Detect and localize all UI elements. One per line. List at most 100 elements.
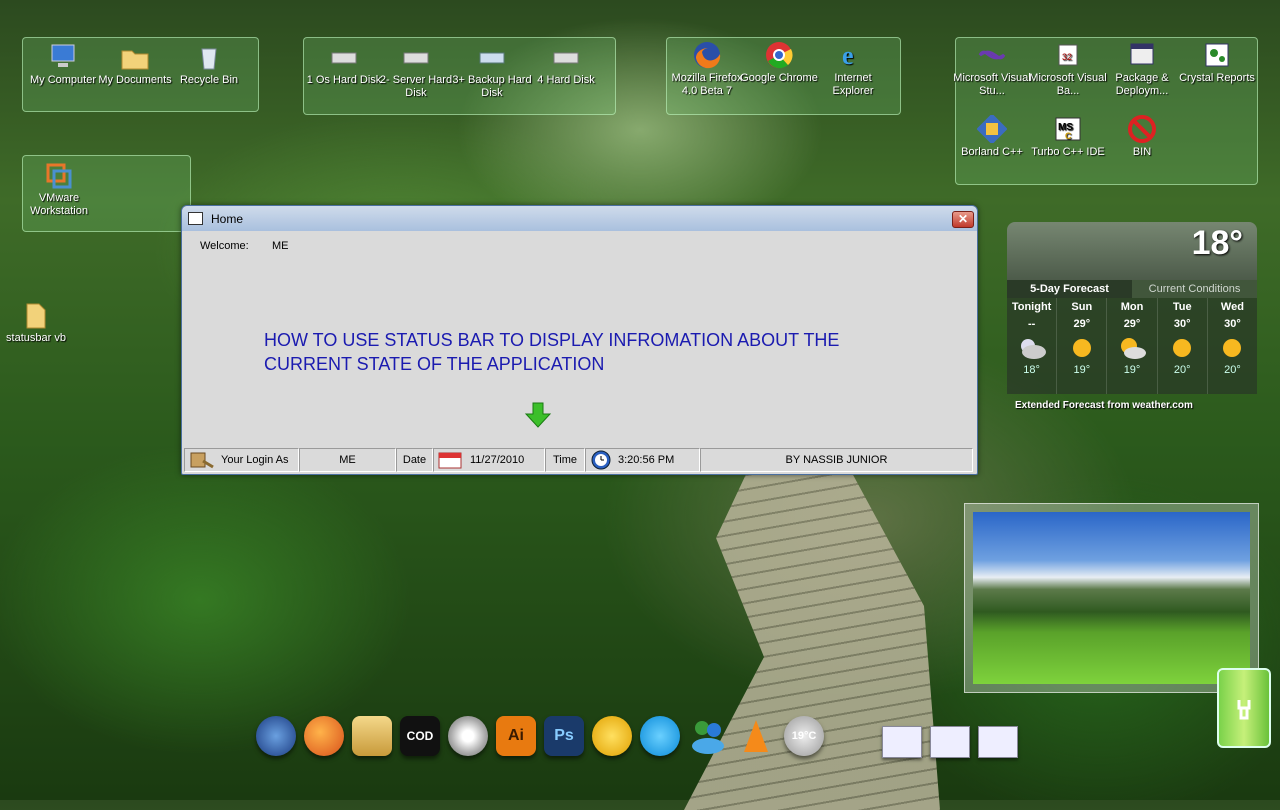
skype-icon[interactable]	[640, 716, 680, 756]
status-panel-date-value: 11/27/2010	[433, 448, 545, 472]
day-name: Mon	[1120, 301, 1144, 313]
desktop-icon-firefox[interactable]: Mozilla Firefox 4.0 Beta 7	[667, 40, 747, 98]
weather-tabs: 5-Day Forecast Current Conditions	[1007, 280, 1257, 298]
windows-start-icon[interactable]	[256, 716, 296, 756]
desktop-icon-label: Package & Deploym...	[1115, 72, 1169, 97]
folder-icon	[119, 42, 151, 72]
crystal-reports-icon	[1201, 40, 1233, 70]
status-panel-time-label: Time	[545, 448, 585, 472]
clock-icon	[590, 450, 612, 470]
svg-text:C: C	[1065, 131, 1072, 141]
desktop-icon-label: VMware Workstation	[30, 192, 88, 217]
desktop-icon-package-deploy[interactable]: Package & Deploym...	[1102, 40, 1182, 98]
desktop-icon-label: 4 Hard Disk	[537, 74, 595, 86]
hard-disk-icon	[550, 42, 582, 72]
day-name: Tue	[1172, 301, 1192, 313]
status-bar: Your Login As ME Date 11/27/2010 Time 3:…	[184, 448, 973, 472]
desktop-icon-bin[interactable]: BIN	[1102, 114, 1182, 159]
moon-cloud-icon	[1007, 332, 1056, 364]
recycle-bin-icon	[193, 42, 225, 72]
status-date-label: Date	[402, 454, 427, 466]
day-high: --	[1027, 318, 1036, 330]
weather-icon[interactable]: 19°C	[784, 716, 824, 756]
day-low: 19°	[1123, 364, 1141, 376]
landscape-photo	[973, 512, 1250, 684]
desktop-icon-label: Google Chrome	[740, 72, 818, 84]
desktop-icon-turbo-cpp[interactable]: MS C Turbo C++ IDE	[1028, 114, 1108, 159]
turbo-cpp-icon: MS C	[1052, 114, 1084, 144]
desktop-group-vmware: VMware Workstation	[22, 155, 191, 232]
desktop-icon-chrome[interactable]: Google Chrome	[739, 40, 819, 85]
window-titlebar[interactable]: Home ✕	[182, 206, 977, 231]
forecast-days: Tonight -- 18° Sun 29° 19° Mon 29° 19° T…	[1007, 298, 1257, 394]
desktop-icon-ie[interactable]: e Internet Explorer	[813, 40, 893, 98]
window-thumbnail[interactable]	[930, 726, 970, 758]
weather-footer-link[interactable]: Extended Forecast from weather.com	[1015, 400, 1193, 411]
desktop-icon-my-documents[interactable]: My Documents	[95, 42, 175, 87]
vlc-icon[interactable]	[736, 716, 776, 756]
firefox-icon[interactable]	[304, 716, 344, 756]
forecast-day: Tonight -- 18°	[1007, 298, 1058, 394]
desktop-icon-my-computer[interactable]: My Computer	[23, 42, 103, 87]
weather-dock-label: 19°C	[791, 730, 817, 742]
tab-5-day-forecast[interactable]: 5-Day Forecast	[1007, 280, 1132, 298]
photoshop-icon[interactable]: Ps	[544, 716, 584, 756]
forecast-day: Mon 29° 19°	[1107, 298, 1158, 394]
current-temperature: 18°	[1191, 224, 1243, 262]
day-high: 29°	[1073, 318, 1091, 330]
desktop-icon-recycle-bin[interactable]: Recycle Bin	[169, 42, 249, 87]
close-button[interactable]: ✕	[952, 211, 974, 228]
firefox-icon	[691, 40, 723, 70]
hard-disk-icon	[400, 42, 432, 72]
desktop-icon-backup-disk[interactable]: 3+ Backup Hard Disk	[452, 42, 532, 100]
illustrator-icon[interactable]: Ai	[496, 716, 536, 756]
desktop-icon-visual-studio[interactable]: Microsoft Visual Stu...	[952, 40, 1032, 98]
desktop-icon-label: Microsoft Visual Ba...	[1029, 72, 1107, 97]
hard-disk-icon	[328, 42, 360, 72]
desktop-icon-disk-4[interactable]: 4 Hard Disk	[526, 42, 606, 87]
borland-icon	[976, 114, 1008, 144]
ps-label: Ps	[554, 727, 574, 744]
calendar-icon	[438, 451, 462, 469]
ai-label: Ai	[508, 727, 524, 744]
folder-icon[interactable]	[352, 716, 392, 756]
window-title: Home	[211, 211, 244, 226]
desktop-icon-statusbar-vb[interactable]: statusbar vb	[0, 300, 76, 345]
disc-icon[interactable]	[448, 716, 488, 756]
desktop-icon-os-disk[interactable]: 1 Os Hard Disk	[304, 42, 384, 87]
desktop-icon-crystal-reports[interactable]: Crystal Reports	[1177, 40, 1257, 85]
desktop-icon-label: 3+ Backup Hard Disk	[452, 74, 532, 99]
status-panel-login-label: Your Login As	[184, 448, 299, 472]
folder-icon	[20, 300, 52, 330]
svg-text:32: 32	[1062, 52, 1072, 62]
yahoo-icon[interactable]	[592, 716, 632, 756]
day-name: Wed	[1220, 301, 1244, 313]
tab-current-conditions[interactable]: Current Conditions	[1132, 280, 1257, 298]
window-icon	[188, 212, 203, 225]
photo-gadget[interactable]	[964, 503, 1259, 693]
vmware-icon	[43, 160, 75, 190]
status-panel-time-value: 3:20:56 PM	[585, 448, 700, 472]
desktop-icon-visual-basic[interactable]: 32 Microsoft Visual Ba...	[1028, 40, 1108, 98]
status-date-value: 11/27/2010	[470, 454, 525, 466]
desktop-icon-label: BIN	[1132, 146, 1152, 158]
day-low: 20°	[1224, 364, 1241, 376]
info-message: HOW TO USE STATUS BAR TO DISPLAY INFROMA…	[264, 330, 840, 374]
window-thumbnail[interactable]	[882, 726, 922, 758]
desktop-icon-server-disk[interactable]: 2- Server Hard Disk	[376, 42, 456, 100]
svg-text:e: e	[842, 41, 854, 70]
window-thumbnail[interactable]	[978, 726, 1018, 758]
visual-studio-icon	[976, 40, 1008, 70]
desktop-icon-label: Crystal Reports	[1179, 72, 1255, 84]
cod-icon[interactable]: COD	[400, 716, 440, 756]
desktop-icon-vmware[interactable]: VMware Workstation	[19, 160, 99, 218]
sun-icon	[1208, 332, 1257, 364]
home-window: Home ✕ Welcome: ME HOW TO USE STATUS BAR…	[181, 205, 978, 475]
dock-window-thumbnails	[882, 726, 1018, 758]
day-name: Tonight	[1011, 301, 1052, 313]
day-high: 29°	[1123, 318, 1141, 330]
desktop-icon-borland[interactable]: Borland C++	[952, 114, 1032, 159]
down-arrow-icon[interactable]	[524, 401, 552, 432]
visual-basic-icon: 32	[1052, 40, 1084, 70]
messenger-icon[interactable]	[688, 716, 728, 756]
